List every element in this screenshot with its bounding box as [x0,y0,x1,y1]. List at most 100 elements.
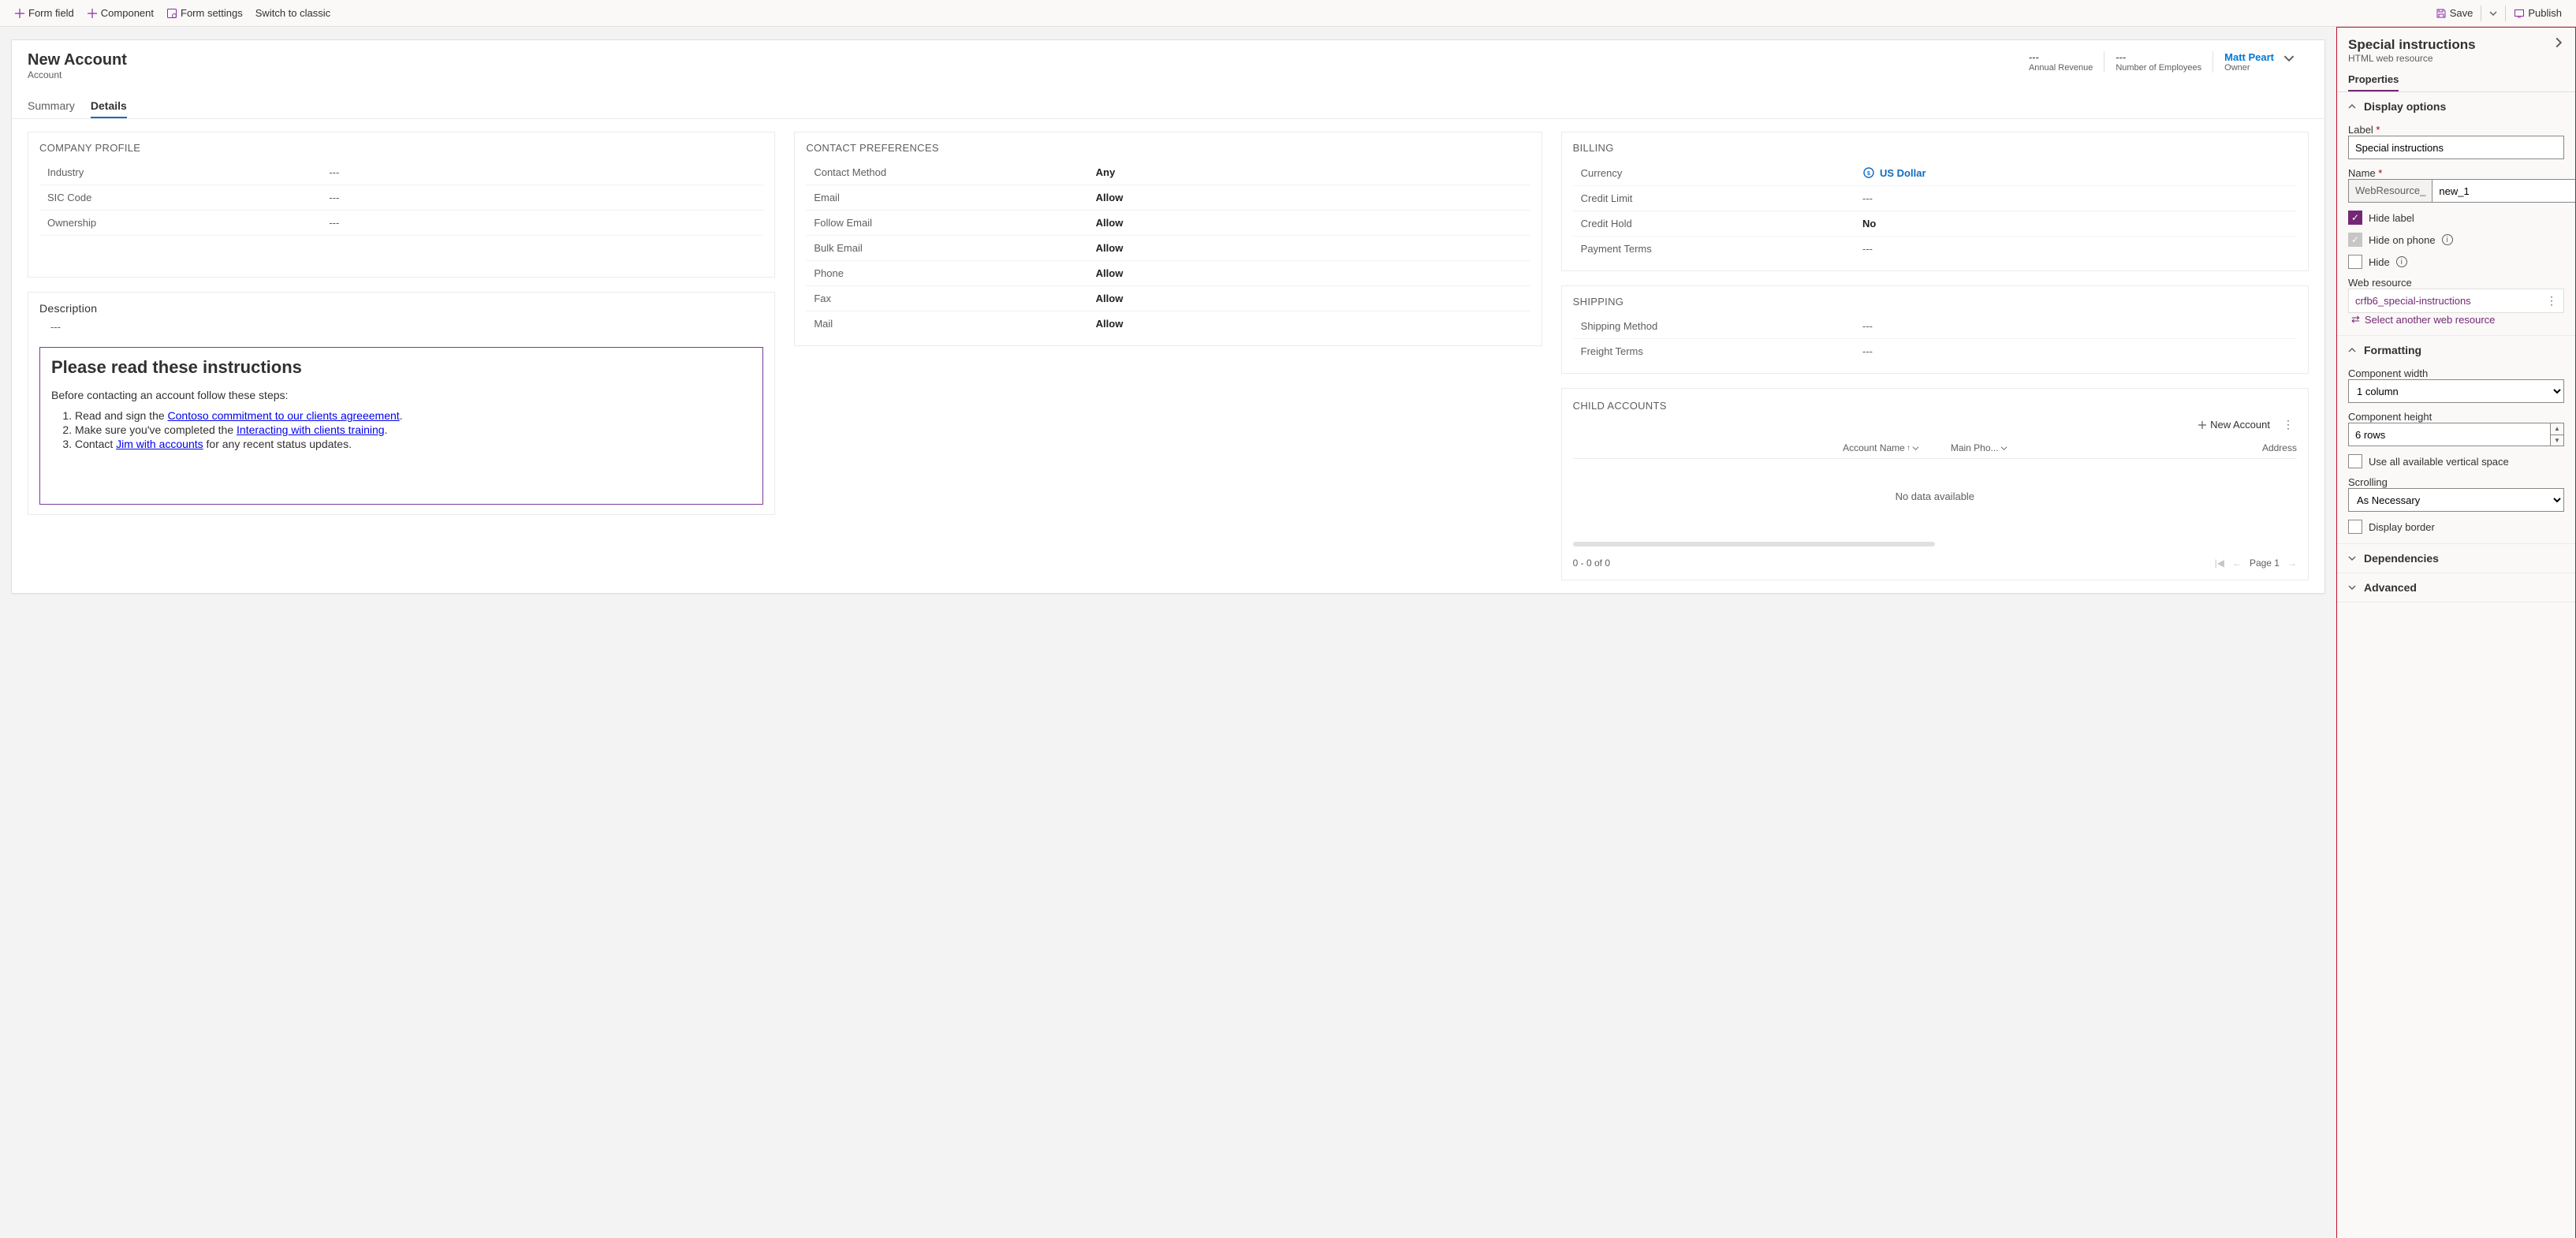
info-icon[interactable]: i [2442,234,2453,245]
grid-scrollbar[interactable] [1573,542,1935,546]
field-ownership[interactable]: Ownership --- [39,211,763,236]
owner-label: Owner [2224,63,2274,73]
field-label: Follow Email [806,217,1095,229]
pager-first-button[interactable]: |◀ [2215,557,2224,569]
props-subtitle: HTML web resource [2348,53,2476,64]
pager-page: Page 1 [2250,557,2280,569]
field-contact-method[interactable]: Contact MethodAny [806,160,1530,185]
advanced-header[interactable]: Advanced [2337,573,2575,602]
field-email[interactable]: EmailAllow [806,185,1530,211]
form-settings-button[interactable]: Form settings [160,4,249,22]
field-credit-hold[interactable]: Credit HoldNo [1573,211,2297,237]
hide-on-phone-checkbox[interactable]: ✓ Hide on phone i [2348,233,2564,247]
jim-accounts-link[interactable]: Jim with accounts [116,438,203,450]
field-label: SIC Code [39,192,329,203]
display-border-checkbox[interactable]: Display border [2348,520,2564,534]
props-collapse-button[interactable] [2553,37,2564,48]
field-label: Freight Terms [1573,345,1862,357]
clients-training-link[interactable]: Interacting with clients training [237,423,385,436]
name-input[interactable] [2432,179,2576,203]
label-input[interactable] [2348,136,2564,159]
component-width-select[interactable]: 1 column [2348,379,2564,403]
field-bulk-email[interactable]: Bulk EmailAllow [806,236,1530,261]
save-dropdown-button[interactable] [2483,6,2503,21]
pager-next-button[interactable]: → [2287,557,2297,569]
field-industry[interactable]: Industry --- [39,160,763,185]
pager-prev-button[interactable]: ← [2232,557,2242,569]
field-mail[interactable]: MailAllow [806,311,1530,336]
dependencies-header[interactable]: Dependencies [2337,544,2575,572]
field-value: --- [329,166,763,178]
billing-title: BILLING [1573,142,2297,154]
column-address[interactable]: Address [2123,442,2297,453]
publish-icon [2514,8,2525,19]
component-height-input[interactable] [2348,423,2550,446]
web-resource-label: Web resource [2348,277,2564,289]
svg-text:$: $ [1867,171,1870,177]
contact-preferences-section: CONTACT PREFERENCES Contact MethodAny Em… [794,132,1541,346]
annual-revenue-label: Annual Revenue [2029,63,2093,73]
plus-icon [2198,420,2207,430]
tab-details[interactable]: Details [91,95,127,118]
field-freight-terms[interactable]: Freight Terms--- [1573,339,2297,364]
chevron-up-icon [2348,346,2358,354]
field-value: --- [329,192,763,203]
publish-button[interactable]: Publish [2507,4,2568,22]
new-account-label: New Account [2210,419,2270,431]
header-dropdown-button[interactable] [2280,51,2298,65]
field-value: --- [1862,345,2297,357]
chevron-down-icon [1912,445,1919,452]
field-shipping-method[interactable]: Shipping Method--- [1573,314,2297,339]
grid-more-button[interactable]: ⋮ [2280,418,2297,431]
field-label: Email [806,192,1095,203]
instruction-item: Read and sign the Contoso commitment to … [75,409,751,422]
name-prefix: WebResource_ [2348,179,2432,203]
column-main-phone[interactable]: Main Pho... [1951,442,2124,453]
use-all-space-checkbox[interactable]: Use all available vertical space [2348,454,2564,468]
component-height-stepper[interactable]: ▲▼ [2348,423,2564,446]
field-sic-code[interactable]: SIC Code --- [39,185,763,211]
special-instructions-web-resource[interactable]: Please read these instructions Before co… [39,347,763,505]
field-credit-limit[interactable]: Credit Limit--- [1573,186,2297,211]
field-fax[interactable]: FaxAllow [806,286,1530,311]
use-all-space-text: Use all available vertical space [2369,456,2509,468]
web-resource-more-button[interactable]: ⋮ [2546,294,2557,308]
web-resource-value: crfb6_special-instructions [2355,295,2471,307]
save-button[interactable]: Save [2429,4,2480,22]
new-account-button[interactable]: New Account [2198,419,2270,431]
field-value: Allow [1096,217,1530,229]
field-label: Contact Method [806,166,1095,178]
form-field-button[interactable]: Form field [8,4,80,22]
separator [2505,6,2506,21]
field-value: --- [1862,243,2297,255]
field-label: Bulk Email [806,242,1095,254]
checkbox-checked-icon: ✓ [2348,211,2362,225]
web-resource-lookup[interactable]: crfb6_special-instructions ⋮ [2348,289,2564,313]
field-phone[interactable]: PhoneAllow [806,261,1530,286]
field-label: Currency [1573,167,1862,179]
component-label: Component [101,7,154,19]
column-account-name[interactable]: Account Name↑ [1573,442,1951,453]
description-value[interactable]: --- [50,321,763,333]
display-options-header[interactable]: Display options [2337,92,2575,121]
field-value: Allow [1096,192,1530,203]
step-up-button[interactable]: ▲ [2551,423,2563,435]
switch-classic-button[interactable]: Switch to classic [249,4,337,22]
select-another-web-resource-link[interactable]: ⇄ Select another web resource [2348,313,2564,326]
save-label: Save [2450,7,2473,19]
component-button[interactable]: Component [80,4,160,22]
properties-tab[interactable]: Properties [2348,69,2399,91]
step-down-button[interactable]: ▼ [2551,435,2563,446]
field-currency[interactable]: Currency $US Dollar [1573,160,2297,186]
hide-checkbox[interactable]: Hide i [2348,255,2564,269]
formatting-header[interactable]: Formatting [2337,336,2575,364]
scrolling-select[interactable]: As Necessary [2348,488,2564,512]
info-icon[interactable]: i [2396,256,2407,267]
hide-label-checkbox[interactable]: ✓ Hide label [2348,211,2564,225]
chevron-down-icon [2489,9,2497,17]
contoso-commitment-link[interactable]: Contoso commitment to our clients agreee… [168,409,400,422]
field-payment-terms[interactable]: Payment Terms--- [1573,237,2297,261]
field-follow-email[interactable]: Follow EmailAllow [806,211,1530,236]
tab-summary[interactable]: Summary [28,95,75,118]
owner-value[interactable]: Matt Peart [2224,51,2274,63]
